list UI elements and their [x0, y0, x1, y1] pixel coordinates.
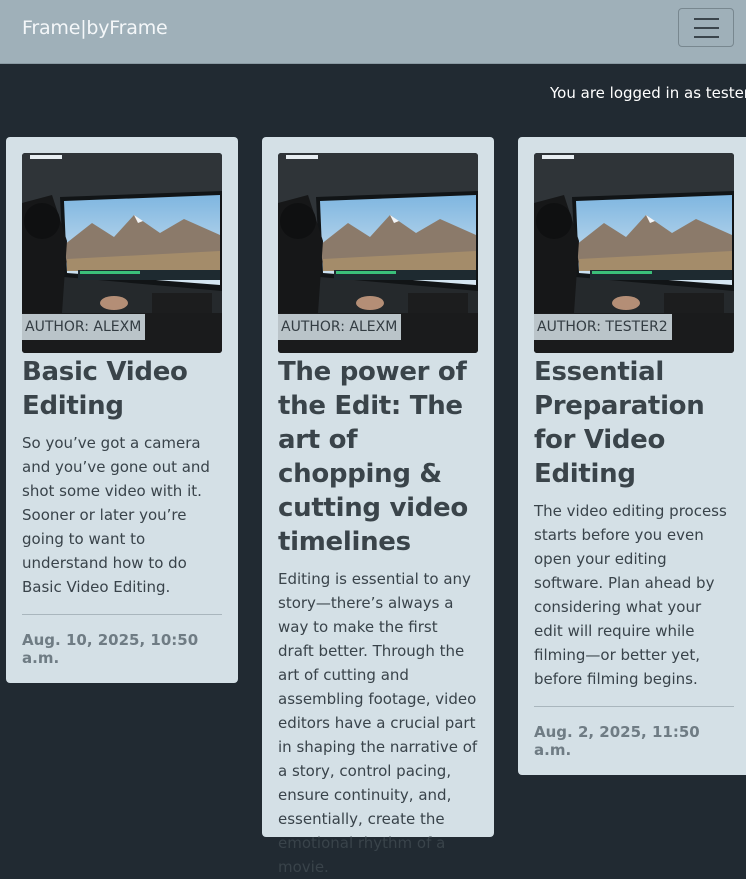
post-excerpt: Editing is essential to any story—there’…: [278, 570, 478, 876]
post-thumbnail[interactable]: AUTHOR: ALEXM: [22, 153, 222, 353]
post-excerpt: The video editing process starts before …: [534, 502, 727, 688]
post-date: Aug. 10, 2025, 10:50 a.m.: [22, 631, 199, 667]
author-tag: AUTHOR: ALEXM: [22, 314, 146, 340]
post-title[interactable]: Basic Video Editing: [22, 355, 222, 423]
author-tag: AUTHOR: ALEXM: [278, 314, 402, 340]
card-divider: [22, 614, 222, 615]
post-card[interactable]: AUTHOR: TESTER2 Essential Preparation fo…: [518, 137, 746, 775]
top-navbar: Frame|byFrame: [0, 0, 746, 64]
hamburger-icon-bar: [694, 27, 719, 29]
post-title[interactable]: Essential Preparation for Video Editing: [534, 355, 734, 491]
post-title[interactable]: The power of the Edit: The art of choppi…: [278, 355, 478, 559]
post-card[interactable]: AUTHOR: ALEXM Basic Video Editing So you…: [6, 137, 238, 683]
post-card[interactable]: AUTHOR: ALEXM The power of the Edit: The…: [262, 137, 494, 876]
hamburger-icon-bar: [694, 36, 719, 38]
post-thumbnail[interactable]: AUTHOR: ALEXM: [278, 153, 478, 353]
post-thumbnail[interactable]: AUTHOR: TESTER2: [534, 153, 734, 353]
post-date: Aug. 2, 2025, 11:50 a.m.: [534, 723, 700, 759]
brand-link[interactable]: Frame|byFrame: [22, 17, 168, 39]
login-status: You are logged in as tester4: [550, 84, 746, 102]
author-tag: AUTHOR: TESTER2: [534, 314, 672, 340]
post-excerpt: So you’ve got a camera and you’ve gone o…: [22, 434, 210, 596]
hamburger-icon: [694, 18, 719, 20]
card-divider: [534, 706, 734, 707]
navbar-toggle-button[interactable]: [678, 8, 734, 47]
